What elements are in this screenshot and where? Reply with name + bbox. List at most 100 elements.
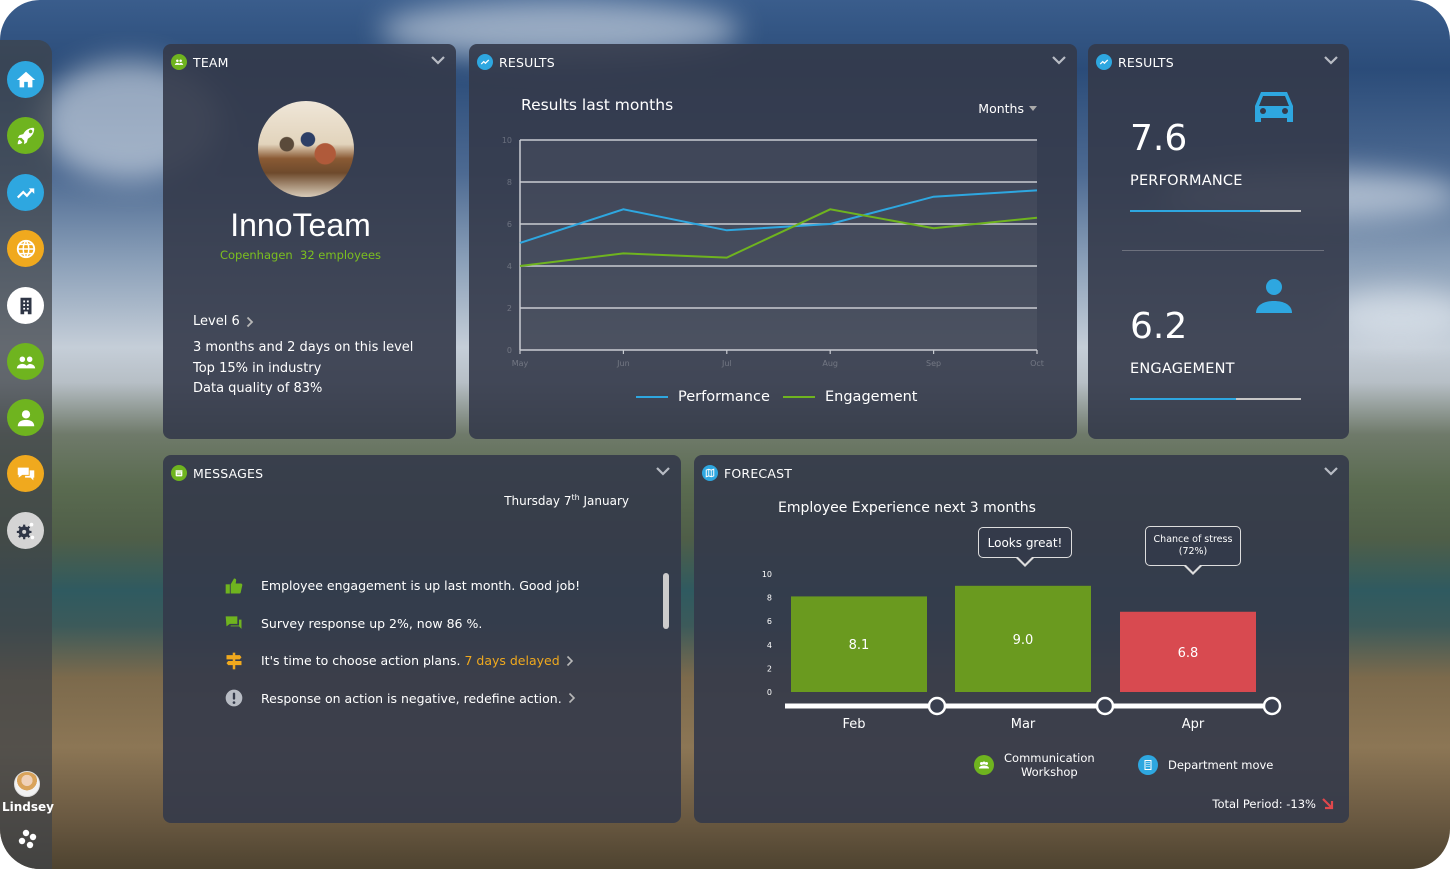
y-tick-label: 8 bbox=[507, 178, 512, 187]
team-employees: 32 employees bbox=[300, 248, 382, 262]
trend-icon bbox=[1096, 54, 1112, 70]
engagement-label: ENGAGEMENT bbox=[1130, 361, 1235, 377]
timeline-handle[interactable] bbox=[1262, 696, 1282, 716]
legend-label: Performance bbox=[678, 389, 770, 405]
y-tick-label: 0 bbox=[507, 346, 512, 355]
team-name: InnoTeam bbox=[230, 207, 371, 243]
x-tick-label: Oct bbox=[1030, 359, 1044, 368]
bar-value-label: 9.0 bbox=[1013, 633, 1034, 648]
apps-icon[interactable] bbox=[17, 828, 39, 850]
y-tick-label: 8 bbox=[767, 594, 772, 603]
team-panel-header: TEAM bbox=[171, 54, 229, 70]
home-icon bbox=[16, 71, 35, 87]
message-text: Survey response up 2%, now 86 %. bbox=[261, 615, 483, 631]
x-tick-label: Sep bbox=[926, 359, 941, 368]
chevron-down-icon[interactable] bbox=[430, 54, 446, 66]
globe-icon bbox=[16, 239, 35, 258]
building-icon bbox=[20, 297, 31, 314]
x-tick-label: May bbox=[512, 359, 529, 368]
message-item[interactable]: Employee engagement is up last month. Go… bbox=[225, 567, 580, 605]
team-stat: 3 months and 2 days on this level bbox=[193, 340, 414, 355]
group-icon bbox=[974, 755, 994, 775]
chevron-right-icon bbox=[566, 655, 573, 666]
panel-title: MESSAGES bbox=[193, 465, 264, 481]
event-label: Department move bbox=[1168, 758, 1274, 772]
event-department-move[interactable]: Department move bbox=[1138, 755, 1273, 775]
x-tick-label: Feb bbox=[842, 717, 865, 732]
sidebar-item-teams[interactable] bbox=[7, 343, 44, 380]
team-photo bbox=[258, 101, 354, 197]
messages-panel: MESSAGES Thursday 7th January Employee e… bbox=[163, 455, 681, 823]
performance-progress-bar bbox=[1130, 210, 1301, 212]
x-tick-label: Aug bbox=[822, 359, 838, 368]
legend-label: Engagement bbox=[825, 389, 918, 405]
panel-title: RESULTS bbox=[1118, 54, 1174, 70]
x-tick-label: Jul bbox=[721, 359, 732, 368]
progress-fill bbox=[1130, 398, 1237, 400]
team-stat: Data quality of 83% bbox=[193, 381, 323, 396]
person-icon bbox=[17, 409, 34, 426]
gear-icon bbox=[16, 522, 34, 539]
annotation-text: Chance of stress bbox=[1153, 534, 1233, 545]
sidebar-item-launch[interactable] bbox=[7, 117, 44, 154]
team-level-link[interactable]: Level 6 bbox=[193, 314, 254, 329]
message-item[interactable]: Survey response up 2%, now 86 %. bbox=[225, 605, 580, 643]
results-chart-panel: RESULTS Results last months Months 02468… bbox=[469, 44, 1077, 439]
team-stats: 3 months and 2 days on this level Top 15… bbox=[193, 338, 413, 400]
trend-icon bbox=[16, 187, 34, 198]
sidebar-item-settings[interactable] bbox=[7, 512, 44, 549]
messages-scrollbar[interactable] bbox=[663, 573, 669, 629]
team-stat: Top 15% in industry bbox=[193, 360, 322, 376]
forecast-panel: FORECAST Employee Experience next 3 mont… bbox=[694, 455, 1349, 823]
forecast-bar-chart: 0 2 4 6 8 10 8.1 9.0 6.8 Feb Mar Apr bbox=[762, 570, 1282, 732]
message-text: It's time to choose action plans. bbox=[261, 653, 461, 669]
y-tick-label: 6 bbox=[767, 617, 772, 626]
arrow-down-right-icon bbox=[1322, 798, 1334, 810]
x-tick-label: Apr bbox=[1182, 717, 1205, 732]
sidebar: Lindsey bbox=[0, 40, 54, 869]
sidebar-item-chat[interactable] bbox=[7, 455, 44, 492]
chevron-right-icon bbox=[246, 316, 253, 327]
message-delay-status: 7 days delayed bbox=[464, 653, 560, 669]
performance-label: PERFORMANCE bbox=[1130, 173, 1243, 189]
bar-value-label: 6.8 bbox=[1178, 646, 1199, 661]
sidebar-item-global[interactable] bbox=[7, 230, 44, 267]
timeline-handle[interactable] bbox=[927, 696, 947, 716]
sidebar-item-results[interactable] bbox=[7, 174, 44, 211]
event-label-line: Communication bbox=[1004, 751, 1095, 765]
kpi-panel-header: RESULTS bbox=[1096, 54, 1174, 70]
legend-item-performance: Performance bbox=[636, 389, 770, 405]
chevron-down-icon[interactable] bbox=[655, 465, 671, 477]
user-name[interactable]: Lindsey bbox=[0, 800, 56, 814]
y-tick-label: 4 bbox=[767, 641, 772, 650]
engagement-progress-bar bbox=[1130, 398, 1301, 400]
messages-panel-header: MESSAGES bbox=[171, 465, 263, 481]
sidebar-item-home[interactable] bbox=[7, 61, 44, 98]
y-tick-label: 10 bbox=[762, 570, 772, 579]
plot-area bbox=[520, 140, 1037, 350]
legend-swatch bbox=[783, 396, 815, 398]
timeline-handle[interactable] bbox=[1095, 696, 1115, 716]
messages-list: Employee engagement is up last month. Go… bbox=[225, 567, 580, 717]
total-period: Total Period: -13% bbox=[1212, 797, 1335, 811]
total-period-text: Total Period: -13% bbox=[1212, 797, 1316, 811]
message-text: Employee engagement is up last month. Go… bbox=[261, 578, 581, 594]
thumbs-up-icon bbox=[223, 575, 245, 597]
user-avatar[interactable] bbox=[14, 771, 40, 797]
kpi-panel: RESULTS 7.6 PERFORMANCE 6.2 ENGAGEMENT bbox=[1088, 44, 1349, 439]
legend-swatch bbox=[636, 396, 668, 398]
calendar-icon bbox=[171, 465, 187, 481]
sidebar-item-organization[interactable] bbox=[7, 287, 44, 324]
chevron-right-icon bbox=[568, 693, 575, 704]
message-item[interactable]: It's time to choose action plans. 7 days… bbox=[225, 642, 580, 680]
bar-value-label: 8.1 bbox=[849, 638, 870, 653]
chevron-down-icon[interactable] bbox=[1323, 54, 1339, 66]
dashboard-screen: Lindsey TEAM InnoTeam Copenhagen 32 empl… bbox=[0, 0, 1450, 869]
message-text: Response on action is negative, redefine… bbox=[261, 690, 562, 706]
building-icon bbox=[1138, 755, 1158, 775]
event-communication-workshop[interactable]: Communication Workshop bbox=[974, 751, 1095, 779]
sidebar-item-profile[interactable] bbox=[7, 399, 44, 436]
message-item[interactable]: Response on action is negative, redefine… bbox=[225, 680, 580, 718]
x-tick-label: Mar bbox=[1011, 717, 1036, 732]
divider bbox=[1122, 250, 1324, 251]
